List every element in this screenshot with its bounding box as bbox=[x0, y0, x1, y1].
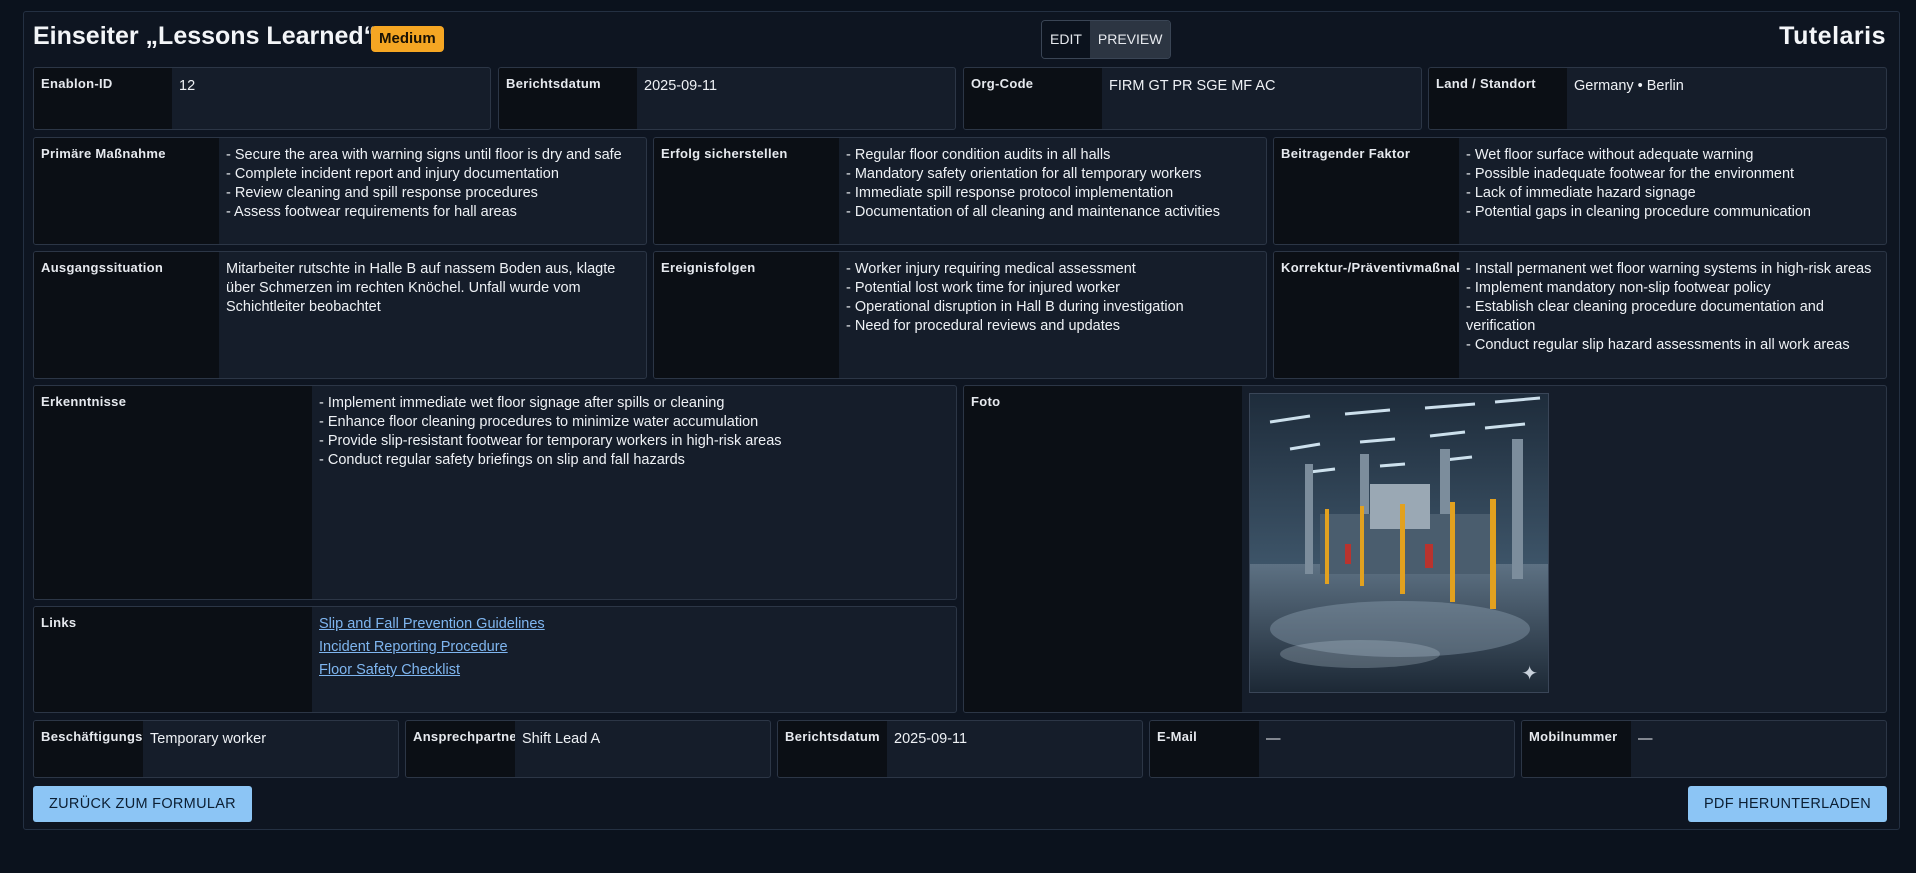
list-item: - Worker injury requiring medical assess… bbox=[846, 261, 1136, 277]
field-label: Korrektur-/Präventivmaßnahmen bbox=[1274, 252, 1459, 378]
field-label: Ausgangssituation bbox=[34, 252, 219, 378]
field-label: Land / Standort bbox=[1429, 68, 1567, 129]
sparkle-icon: ✦ bbox=[1521, 663, 1538, 685]
field-value: - Secure the area with warning signs unt… bbox=[219, 138, 646, 244]
field-email: E-Mail — bbox=[1149, 720, 1515, 778]
field-label: E-Mail bbox=[1150, 721, 1259, 777]
field-erfolg-sicherstellen: Erfolg sicherstellen - Regular floor con… bbox=[653, 137, 1267, 245]
field-erkenntnisse: Erkenntnisse - Implement immediate wet f… bbox=[33, 385, 957, 600]
list-item: - Install permanent wet floor warning sy… bbox=[1466, 261, 1872, 277]
list-item: - Potential lost work time for injured w… bbox=[846, 280, 1120, 296]
field-value: - Install permanent wet floor warning sy… bbox=[1459, 252, 1886, 378]
list-item: - Conduct regular safety briefings on sl… bbox=[319, 452, 685, 468]
field-value: Germany • Berlin bbox=[1574, 78, 1684, 94]
list-item: - Implement mandatory non-slip footwear … bbox=[1466, 280, 1771, 296]
field-value: 2025-09-11 bbox=[894, 731, 968, 747]
field-label: Foto bbox=[964, 386, 1242, 712]
field-links: Links Slip and Fall Prevention Guideline… bbox=[33, 606, 957, 713]
field-ereignisfolgen: Ereignisfolgen - Worker injury requiring… bbox=[653, 251, 1267, 379]
list-item: - Secure the area with warning signs unt… bbox=[226, 147, 622, 163]
field-value: — bbox=[1638, 731, 1653, 747]
link-slip-fall-guidelines[interactable]: Slip and Fall Prevention Guidelines bbox=[319, 613, 948, 636]
list-item: - Review cleaning and spill response pro… bbox=[226, 185, 538, 201]
field-label: Erkenntnisse bbox=[34, 386, 312, 599]
field-ansprechpartner: Ansprechpartner Shift Lead A bbox=[405, 720, 771, 778]
link-floor-safety-checklist[interactable]: Floor Safety Checklist bbox=[319, 659, 948, 682]
field-value: - Regular floor condition audits in all … bbox=[839, 138, 1266, 244]
list-item: - Provide slip-resistant footwear for te… bbox=[319, 433, 782, 449]
field-land-standort: Land / Standort Germany • Berlin bbox=[1428, 67, 1887, 130]
field-label: Berichtsdatum bbox=[778, 721, 887, 777]
list-item: - Establish clear cleaning procedure doc… bbox=[1466, 299, 1824, 334]
link-incident-reporting[interactable]: Incident Reporting Procedure bbox=[319, 636, 948, 659]
field-mobilnummer: Mobilnummer — bbox=[1521, 720, 1887, 778]
field-label: Beitragender Faktor bbox=[1274, 138, 1459, 244]
field-label: Ereignisfolgen bbox=[654, 252, 839, 378]
field-enablon-id: Enablon-ID 12 bbox=[33, 67, 491, 130]
field-beschaeftigungsverhaeltnis: Beschäftigungsverhältnis Temporary worke… bbox=[33, 720, 399, 778]
back-to-form-button[interactable]: ZURÜCK ZUM FORMULAR bbox=[33, 786, 252, 822]
list-item: - Regular floor condition audits in all … bbox=[846, 147, 1111, 163]
field-label: Erfolg sicherstellen bbox=[654, 138, 839, 244]
list-item: - Documentation of all cleaning and main… bbox=[846, 204, 1220, 220]
incident-photo: ✦ bbox=[1249, 393, 1549, 693]
field-korrektur-praeventivmassnahmen: Korrektur-/Präventivmaßnahmen - Install … bbox=[1273, 251, 1887, 379]
list-item: - Lack of immediate hazard signage bbox=[1466, 185, 1696, 201]
field-value: Shift Lead A bbox=[522, 731, 601, 747]
list-item: - Operational disruption in Hall B durin… bbox=[846, 299, 1184, 315]
field-label: Enablon-ID bbox=[34, 68, 172, 129]
field-ausgangssituation: Ausgangssituation Mitarbeiter rutschte i… bbox=[33, 251, 647, 379]
edit-mode-button[interactable]: EDIT bbox=[1042, 21, 1090, 58]
field-label: Org-Code bbox=[964, 68, 1102, 129]
field-value: - Wet floor surface without adequate war… bbox=[1459, 138, 1886, 244]
paragraph: Mitarbeiter rutschte in Halle B auf nass… bbox=[226, 261, 616, 315]
field-value: FIRM GT PR SGE MF AC bbox=[1109, 78, 1276, 94]
warehouse-image bbox=[1250, 394, 1548, 692]
field-value: 2025-09-11 bbox=[644, 78, 718, 94]
list-item: - Immediate spill response protocol impl… bbox=[846, 185, 1174, 201]
field-org-code: Org-Code FIRM GT PR SGE MF AC bbox=[963, 67, 1422, 130]
list-item: - Implement immediate wet floor signage … bbox=[319, 395, 725, 411]
field-value: — bbox=[1266, 731, 1281, 747]
field-primaere-massnahme: Primäre Maßnahme - Secure the area with … bbox=[33, 137, 647, 245]
field-value: Mitarbeiter rutschte in Halle B auf nass… bbox=[219, 252, 646, 378]
list-item: - Wet floor surface without adequate war… bbox=[1466, 147, 1754, 163]
list-item: - Complete incident report and injury do… bbox=[226, 166, 559, 182]
mode-toggle: EDIT PREVIEW bbox=[1041, 20, 1172, 59]
list-item: - Potential gaps in cleaning procedure c… bbox=[1466, 204, 1811, 220]
list-item: - Possible inadequate footwear for the e… bbox=[1466, 166, 1795, 182]
list-item: - Mandatory safety orientation for all t… bbox=[846, 166, 1202, 182]
field-label: Beschäftigungsverhältnis bbox=[34, 721, 143, 777]
severity-badge: Medium bbox=[371, 26, 444, 52]
field-beitragender-faktor: Beitragender Faktor - Wet floor surface … bbox=[1273, 137, 1887, 245]
field-label: Ansprechpartner bbox=[406, 721, 515, 777]
field-value: Slip and Fall Prevention Guidelines Inci… bbox=[312, 607, 956, 712]
preview-mode-button[interactable]: PREVIEW bbox=[1089, 21, 1171, 58]
field-value: 12 bbox=[179, 78, 196, 94]
list-item: - Need for procedural reviews and update… bbox=[846, 318, 1121, 334]
brand-logo: Tutelaris bbox=[1779, 22, 1886, 50]
field-label: Primäre Maßnahme bbox=[34, 138, 219, 244]
page-title: Einseiter „Lessons Learned“ bbox=[33, 22, 377, 50]
download-pdf-button[interactable]: PDF HERUNTERLADEN bbox=[1687, 786, 1887, 822]
list-item: - Conduct regular slip hazard assessment… bbox=[1466, 337, 1850, 353]
field-value: - Worker injury requiring medical assess… bbox=[839, 252, 1266, 378]
field-label: Links bbox=[34, 607, 312, 712]
list-item: - Assess footwear requirements for hall … bbox=[226, 204, 517, 220]
field-label: Berichtsdatum bbox=[499, 68, 637, 129]
field-berichtsdatum: Berichtsdatum 2025-09-11 bbox=[498, 67, 956, 130]
field-berichtsdatum-bottom: Berichtsdatum 2025-09-11 bbox=[777, 720, 1143, 778]
field-value: - Implement immediate wet floor signage … bbox=[312, 386, 956, 599]
field-value: Temporary worker bbox=[150, 731, 267, 747]
field-label: Mobilnummer bbox=[1522, 721, 1631, 777]
list-item: - Enhance floor cleaning procedures to m… bbox=[319, 414, 759, 430]
